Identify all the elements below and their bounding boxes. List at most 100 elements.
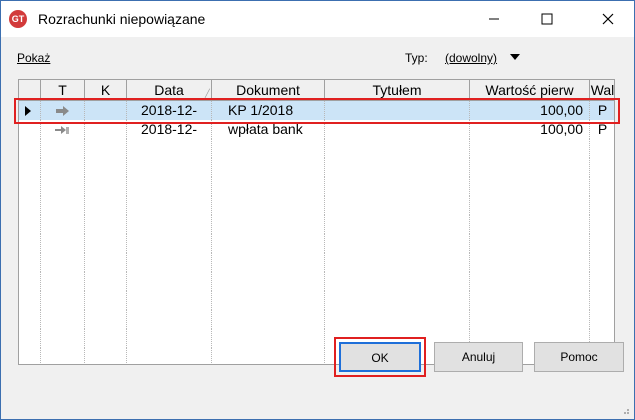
title-bar[interactable]: GT Rozrachunki niepowiązane (1, 1, 634, 37)
empty-cell (41, 234, 85, 253)
empty-cell (590, 291, 614, 310)
empty-cell (212, 234, 325, 253)
minimize-icon (489, 18, 499, 20)
empty-cell (41, 215, 85, 234)
empty-cell (325, 291, 470, 310)
empty-cell (212, 177, 325, 196)
empty-cell (41, 253, 85, 272)
header-wartosc[interactable]: Wartość pierw (470, 80, 590, 100)
header-dokument[interactable]: Dokument (212, 80, 325, 100)
empty-row (19, 177, 614, 196)
empty-cell (470, 196, 590, 215)
empty-row (19, 253, 614, 272)
empty-cell (212, 291, 325, 310)
type-label: Typ: (405, 51, 428, 65)
empty-cell (590, 196, 614, 215)
dropdown-arrow-icon[interactable] (510, 54, 520, 60)
empty-cell (127, 139, 212, 158)
type-dropdown[interactable]: (dowolny) (445, 51, 497, 65)
selection-highlight (14, 98, 620, 124)
empty-cell (127, 177, 212, 196)
help-button[interactable]: Pomoc (534, 342, 624, 372)
empty-cell (212, 310, 325, 329)
empty-cell (325, 272, 470, 291)
close-icon (602, 13, 614, 25)
empty-cell (325, 158, 470, 177)
empty-row (19, 158, 614, 177)
empty-cell (590, 272, 614, 291)
empty-cell (212, 329, 325, 348)
empty-cell (325, 310, 470, 329)
empty-cell (590, 139, 614, 158)
empty-cell (325, 139, 470, 158)
empty-cell (590, 215, 614, 234)
empty-cell (127, 253, 212, 272)
empty-cell (590, 253, 614, 272)
empty-cell (127, 310, 212, 329)
empty-cell (85, 158, 127, 177)
maximize-button[interactable] (524, 1, 570, 37)
header-wal[interactable]: Wal (590, 80, 614, 100)
ok-highlight (334, 337, 426, 377)
empty-cell (212, 348, 325, 364)
empty-cell (19, 348, 41, 364)
empty-cell (127, 234, 212, 253)
empty-cell (19, 215, 41, 234)
empty-row (19, 272, 614, 291)
header-t[interactable]: T (41, 80, 85, 100)
empty-cell (212, 196, 325, 215)
empty-cell (590, 158, 614, 177)
cancel-button[interactable]: Anuluj (434, 342, 523, 372)
empty-cell (470, 177, 590, 196)
empty-row (19, 348, 614, 364)
resize-grip-icon[interactable] (620, 405, 630, 415)
empty-cell (41, 329, 85, 348)
empty-cell (212, 139, 325, 158)
empty-cell (127, 272, 212, 291)
empty-cell (212, 272, 325, 291)
empty-cell (85, 272, 127, 291)
header-tytulem[interactable]: Tytułem (325, 80, 470, 100)
empty-cell (127, 215, 212, 234)
empty-cell (470, 158, 590, 177)
empty-cell (41, 272, 85, 291)
empty-cell (212, 253, 325, 272)
empty-cell (325, 196, 470, 215)
empty-cell (325, 253, 470, 272)
empty-cell (41, 177, 85, 196)
close-button[interactable] (585, 1, 631, 37)
empty-cell (85, 348, 127, 364)
empty-cell (19, 158, 41, 177)
empty-cell (85, 215, 127, 234)
empty-cell (127, 329, 212, 348)
empty-cell (19, 253, 41, 272)
empty-cell (41, 158, 85, 177)
empty-cell (41, 291, 85, 310)
empty-cell (590, 310, 614, 329)
empty-cell (470, 310, 590, 329)
empty-cell (19, 196, 41, 215)
maximize-icon (541, 13, 553, 25)
header-data[interactable]: Data ╱ (127, 80, 212, 100)
empty-cell (41, 310, 85, 329)
empty-cell (470, 215, 590, 234)
header-k[interactable]: K (85, 80, 127, 100)
show-menu[interactable]: Pokaż (17, 51, 50, 65)
empty-cell (85, 139, 127, 158)
empty-cell (590, 234, 614, 253)
empty-row (19, 196, 614, 215)
empty-row (19, 139, 614, 158)
empty-cell (590, 177, 614, 196)
window-title: Rozrachunki niepowiązane (38, 11, 206, 27)
empty-cell (85, 196, 127, 215)
empty-cell (41, 196, 85, 215)
empty-cell (470, 291, 590, 310)
empty-cell (325, 215, 470, 234)
empty-cell (19, 310, 41, 329)
empty-cell (85, 329, 127, 348)
empty-row (19, 234, 614, 253)
minimize-button[interactable] (471, 1, 517, 37)
empty-cell (470, 139, 590, 158)
arrow-bar-icon (54, 126, 69, 134)
empty-cell (19, 291, 41, 310)
